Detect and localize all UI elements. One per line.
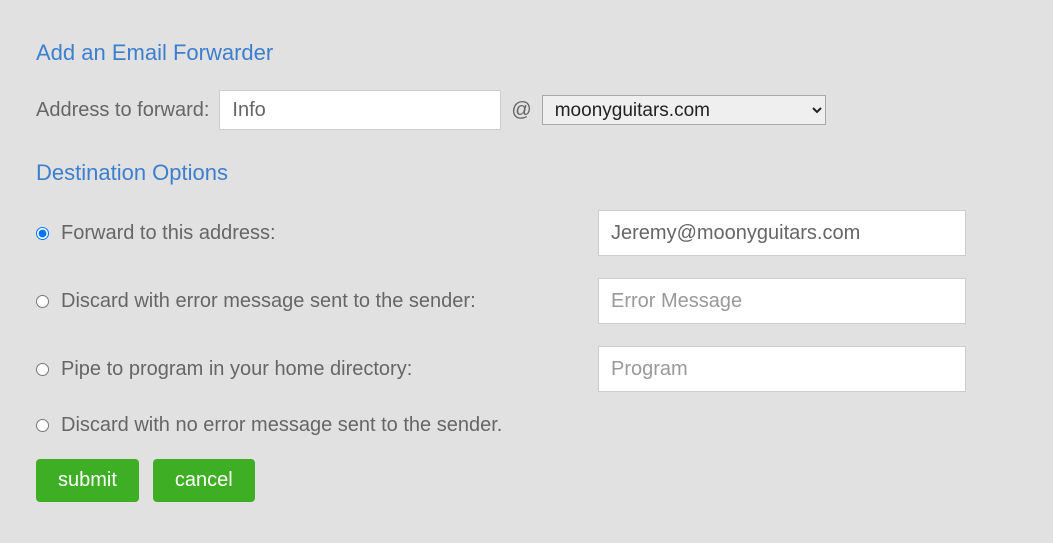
- domain-select[interactable]: moonyguitars.com: [542, 95, 826, 125]
- option-discard-error-radio[interactable]: [36, 295, 49, 308]
- option-discard-error-label-group[interactable]: Discard with error message sent to the s…: [36, 290, 598, 313]
- option-discard-error-row: Discard with error message sent to the s…: [36, 278, 1017, 324]
- option-discard-error-text: Discard with error message sent to the s…: [61, 290, 476, 313]
- cancel-button[interactable]: cancel: [153, 459, 255, 502]
- option-discard-silent-row: Discard with no error message sent to th…: [36, 414, 1017, 437]
- option-pipe-label-group[interactable]: Pipe to program in your home directory:: [36, 358, 598, 381]
- forward-address-input[interactable]: [598, 210, 966, 256]
- option-forward-row: Forward to this address:: [36, 210, 1017, 256]
- address-label: Address to forward:: [36, 99, 209, 122]
- main-heading: Add an Email Forwarder: [36, 40, 1017, 66]
- address-input[interactable]: [219, 90, 501, 130]
- email-forwarder-panel: Add an Email Forwarder Address to forwar…: [0, 0, 1053, 543]
- option-pipe-row: Pipe to program in your home directory:: [36, 346, 1017, 392]
- button-row: submit cancel: [36, 459, 1017, 502]
- option-forward-label-group[interactable]: Forward to this address:: [36, 222, 598, 245]
- at-symbol: @: [511, 99, 531, 122]
- option-discard-silent-text: Discard with no error message sent to th…: [61, 414, 502, 437]
- option-forward-radio[interactable]: [36, 227, 49, 240]
- error-message-input[interactable]: [598, 278, 966, 324]
- program-input[interactable]: [598, 346, 966, 392]
- submit-button[interactable]: submit: [36, 459, 139, 502]
- address-row: Address to forward: @ moonyguitars.com: [36, 90, 1017, 130]
- option-discard-silent-radio[interactable]: [36, 419, 49, 432]
- option-pipe-text: Pipe to program in your home directory:: [61, 358, 412, 381]
- option-forward-text: Forward to this address:: [61, 222, 276, 245]
- option-pipe-radio[interactable]: [36, 363, 49, 376]
- destination-heading: Destination Options: [36, 160, 1017, 186]
- option-discard-silent-label-group[interactable]: Discard with no error message sent to th…: [36, 414, 598, 437]
- destination-options: Forward to this address: Discard with er…: [36, 210, 1017, 437]
